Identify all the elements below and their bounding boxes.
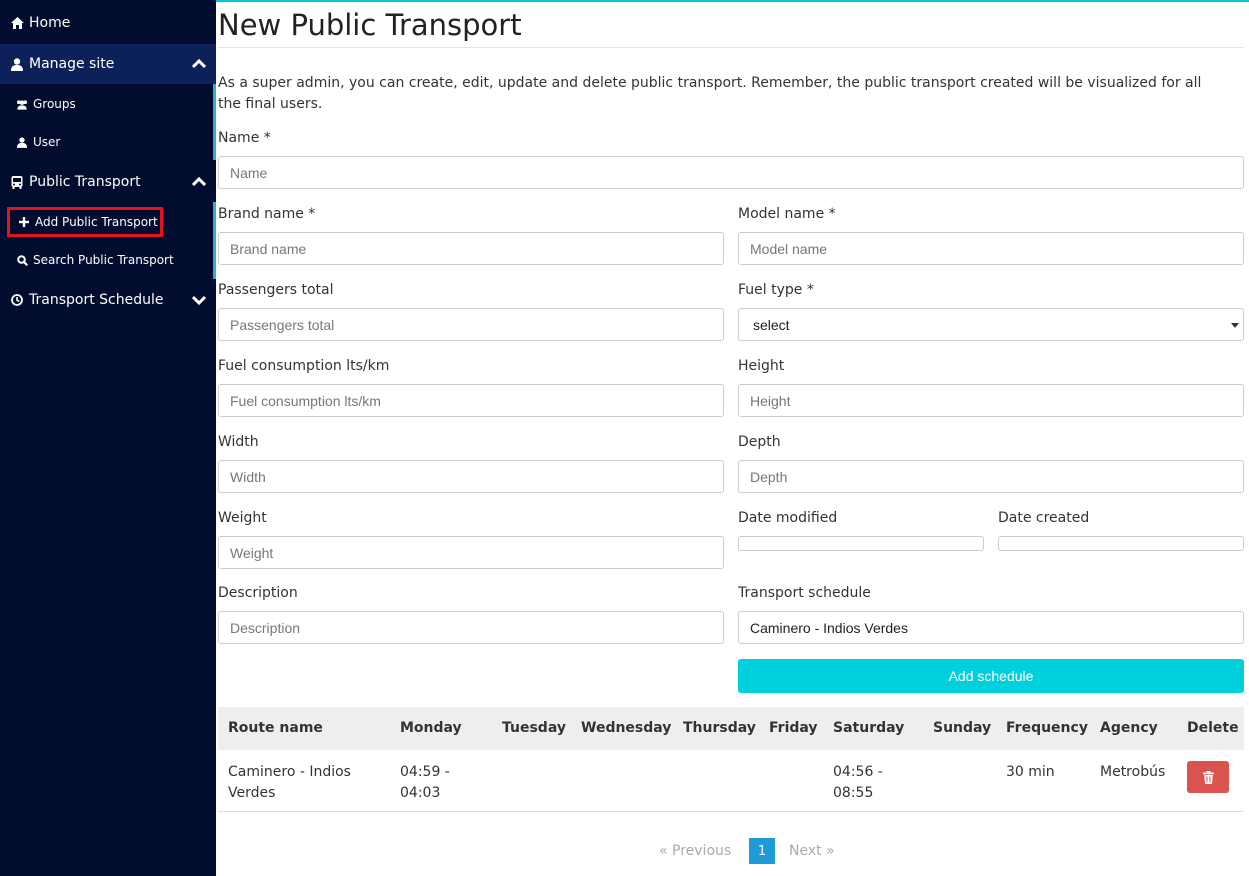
cell-frequency: 30 min (1006, 764, 1055, 780)
description-label: Description (218, 585, 298, 601)
height-input[interactable] (738, 384, 1244, 417)
add-schedule-button[interactable]: Add schedule (738, 659, 1244, 693)
trash-icon (1202, 770, 1214, 784)
transport-schedule-label: Transport schedule (738, 585, 871, 601)
page-intro: As a super admin, you can create, edit, … (218, 75, 1202, 112)
width-label: Width (218, 434, 259, 450)
section-indicator (213, 203, 216, 279)
users-icon (16, 98, 28, 110)
description-input[interactable] (218, 611, 724, 644)
weight-input[interactable] (218, 536, 724, 569)
table-header: Route name Monday Tuesday Wednesday Thur… (218, 707, 1244, 750)
name-input[interactable] (218, 156, 1244, 189)
transport-schedule-input[interactable] (738, 611, 1244, 644)
width-input[interactable] (218, 460, 724, 493)
pagination-next[interactable]: Next » (789, 843, 835, 859)
dropdown-caret-icon (1231, 323, 1239, 328)
column-header-monday: Monday (400, 720, 462, 736)
user-icon (16, 136, 28, 148)
search-icon (16, 254, 28, 266)
cell-agency: Metrobús (1100, 764, 1166, 780)
column-header-wednesday: Wednesday (581, 720, 672, 736)
column-header-frequency: Frequency (1006, 720, 1088, 736)
sidebar-item-user[interactable]: User (0, 130, 213, 154)
depth-label: Depth (738, 434, 781, 450)
height-label: Height (738, 358, 785, 374)
fuel-consumption-input[interactable] (218, 384, 724, 417)
sidebar-item-public-transport[interactable]: Public Transport (0, 168, 216, 196)
column-header-tuesday: Tuesday (502, 720, 566, 736)
model-name-input[interactable] (738, 232, 1244, 265)
depth-input[interactable] (738, 460, 1244, 493)
column-header-route-name: Route name (228, 720, 323, 736)
fuel-type-label: Fuel type * (738, 282, 814, 298)
sidebar-item-home[interactable]: Home (0, 10, 216, 36)
column-header-agency: Agency (1100, 720, 1158, 736)
chevron-up-icon[interactable] (192, 59, 206, 69)
manage-site-submenu: Groups User (0, 84, 216, 160)
home-icon (10, 16, 24, 30)
date-modified-input[interactable] (738, 536, 984, 551)
divider (218, 47, 1244, 48)
page-title: New Public Transport (218, 8, 522, 42)
brand-name-label: Brand name * (218, 206, 316, 222)
fuel-type-select[interactable]: select (738, 308, 1244, 341)
column-header-saturday: Saturday (833, 720, 905, 736)
weight-label: Weight (218, 510, 267, 526)
name-label: Name * (218, 130, 271, 146)
sidebar-item-add-public-transport[interactable]: Add Public Transport (7, 207, 163, 237)
delete-row-button[interactable] (1187, 761, 1229, 793)
sidebar-item-search-public-transport[interactable]: Search Public Transport (0, 248, 213, 272)
bus-icon (10, 175, 24, 189)
column-header-delete: Delete (1187, 720, 1239, 736)
cell-route-name: Caminero - Indios Verdes (228, 764, 351, 801)
model-name-label: Model name * (738, 206, 836, 222)
sidebar-item-transport-schedule[interactable]: Transport Schedule (0, 286, 216, 314)
date-created-label: Date created (998, 510, 1090, 526)
chevron-up-icon[interactable] (192, 177, 206, 187)
chevron-down-icon[interactable] (192, 295, 206, 305)
pagination-page-1[interactable]: 1 (749, 838, 775, 864)
cell-saturday: 04:56 - 08:55 (833, 764, 883, 801)
brand-name-input[interactable] (218, 232, 724, 265)
table-row: Caminero - Indios Verdes 04:59 - 04:03 0… (218, 750, 1244, 812)
sidebar-item-label: Transport Schedule (29, 292, 164, 308)
fuel-type-selected-value: select (753, 316, 790, 333)
passengers-total-label: Passengers total (218, 282, 334, 298)
clock-icon (10, 293, 24, 307)
column-header-sunday: Sunday (933, 720, 992, 736)
column-header-friday: Friday (769, 720, 818, 736)
sidebar-item-label: Add Public Transport (35, 215, 158, 229)
user-icon (10, 57, 24, 71)
sidebar-item-label: Search Public Transport (33, 253, 174, 267)
date-created-input[interactable] (998, 536, 1244, 551)
sidebar-item-label: User (33, 135, 61, 149)
submenu-indicator (213, 84, 216, 160)
cell-monday: 04:59 - 04:03 (400, 764, 450, 801)
sidebar: Home Manage site Groups User Public Tran… (0, 0, 216, 876)
main-content: New Public Transport As a super admin, y… (213, 0, 1244, 876)
plus-icon (18, 216, 30, 228)
column-header-thursday: Thursday (683, 720, 756, 736)
fuel-consumption-label: Fuel consumption lts/km (218, 358, 390, 374)
date-modified-label: Date modified (738, 510, 838, 526)
sidebar-item-label: Groups (33, 97, 76, 111)
sidebar-item-groups[interactable]: Groups (0, 92, 213, 116)
sidebar-item-label: Home (29, 15, 71, 31)
passengers-total-input[interactable] (218, 308, 724, 341)
sidebar-item-label: Manage site (29, 56, 115, 72)
public-transport-submenu: Add Public Transport Search Public Trans… (0, 202, 216, 278)
pagination-previous[interactable]: « Previous (659, 843, 731, 859)
sidebar-item-manage-site[interactable]: Manage site (0, 44, 216, 84)
sidebar-item-label: Public Transport (29, 174, 141, 190)
